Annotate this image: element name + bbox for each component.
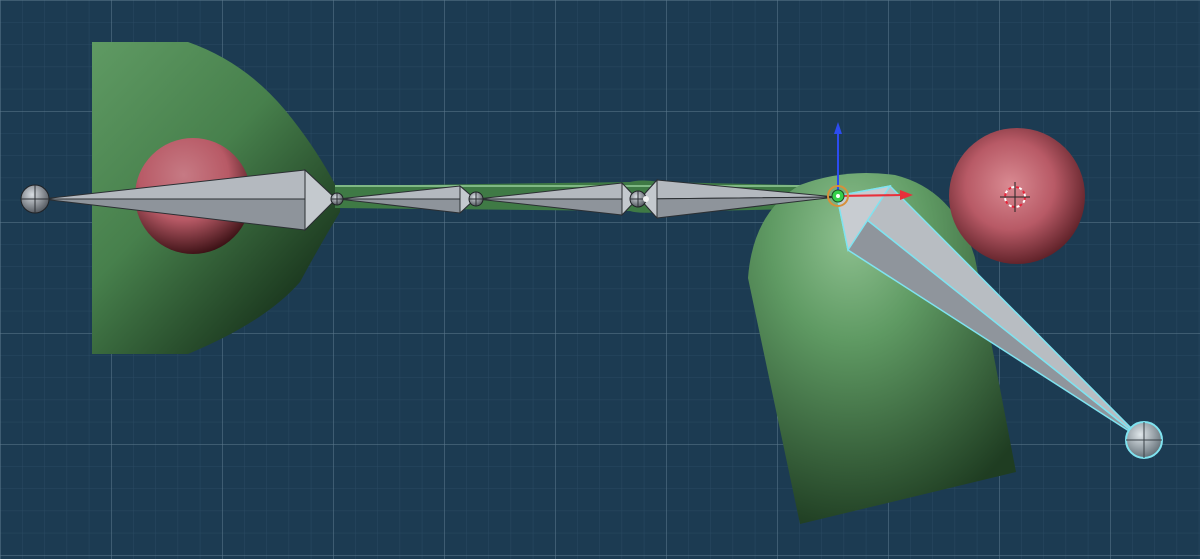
- gizmo-center: [836, 194, 840, 198]
- viewport-canvas[interactable]: [0, 0, 1200, 559]
- joint-marker: [643, 196, 649, 202]
- red-sphere-right[interactable]: [949, 128, 1085, 264]
- 3d-viewport[interactable]: [0, 0, 1200, 559]
